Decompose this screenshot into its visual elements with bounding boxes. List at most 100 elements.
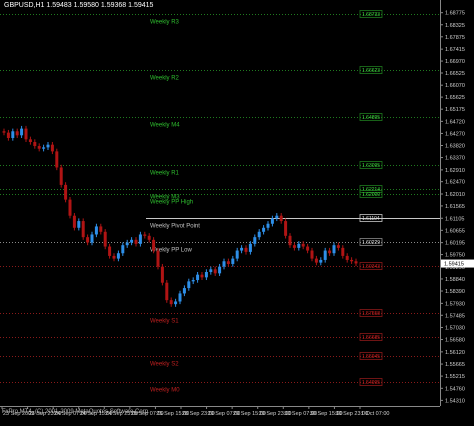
price-bar-body (284, 221, 288, 236)
price-bar-body (191, 280, 195, 282)
price-bar-body (314, 258, 318, 263)
level-price-label: 1.54995 (362, 380, 380, 386)
price-bar-body (306, 246, 310, 251)
price-bar-body (125, 242, 129, 246)
price-bar-body (310, 250, 314, 259)
price-bar-body (235, 250, 239, 259)
level-price-label: 1.60229 (362, 240, 380, 246)
price-bar-body (94, 226, 98, 235)
price-bar-body (68, 199, 72, 216)
price-bar-body (222, 261, 226, 267)
price-bar-body (11, 131, 15, 138)
price-bar-body (72, 215, 76, 228)
level-label: Weekly S2 (150, 362, 179, 368)
price-bar-body (103, 231, 107, 247)
price-bar-body (319, 259, 323, 263)
price-tick-label: 1.66070 (445, 83, 465, 89)
price-tick-label: 1.62470 (445, 180, 465, 186)
price-tick-label: 1.62010 (445, 192, 465, 198)
price-bar-body (226, 261, 230, 264)
time-tick-label: 1 Oct 07:00 (361, 411, 389, 417)
price-bar-body (28, 139, 32, 143)
price-bar-body (160, 266, 164, 283)
level-label: Weekly R2 (150, 76, 180, 82)
price-tick-label: 1.68775 (445, 11, 465, 17)
price-tick-label: 1.66525 (445, 71, 465, 77)
price-bar-body (288, 235, 292, 246)
price-tick-label: 1.64270 (445, 131, 465, 137)
price-bar-body (134, 239, 138, 244)
price-tick-label: 1.62910 (445, 168, 465, 174)
level-price-label: 1.55945 (362, 354, 380, 360)
price-bar-body (90, 234, 94, 243)
price-bar-body (209, 269, 213, 272)
price-tick-label: 1.57485 (445, 313, 465, 319)
level-label: Weekly S1 (150, 319, 179, 325)
price-bar-body (253, 237, 257, 244)
chart-window[interactable]: Weekly R3 1.68733 Weekly R2 1.66623 Weekly M… (0, 0, 474, 426)
price-tick-label: 1.67875 (445, 35, 465, 41)
price-bar-body (174, 301, 178, 305)
level-price-label: 1.64895 (362, 115, 380, 121)
level-label: Weekly PP High (150, 200, 193, 206)
level-price-label: 1.61104 (362, 216, 380, 222)
level-label: Weekly PP Low (150, 248, 192, 254)
price-bar-body (178, 293, 182, 302)
price-tick-label: 1.67415 (445, 47, 465, 53)
price-bar-body (196, 274, 200, 281)
price-bar-body (50, 144, 54, 152)
price-bar-body (187, 281, 191, 289)
price-tick-label: 1.56580 (445, 338, 465, 344)
price-bar-body (64, 184, 68, 200)
price-bar-body (99, 226, 103, 232)
price-bar-body (86, 237, 90, 243)
price-bar-body (24, 128, 28, 140)
current-price-label: 1.59415 (444, 262, 464, 268)
price-tick-label: 1.58840 (445, 277, 465, 283)
chart-canvas[interactable]: Weekly R3 1.68733 Weekly R2 1.66623 Weekly M… (0, 0, 474, 426)
price-tick-label: 1.64720 (445, 119, 465, 125)
price-bar-body (275, 215, 279, 219)
price-tick-label: 1.54760 (445, 386, 465, 392)
price-bar-body (138, 234, 142, 244)
level-price-label: 1.63095 (362, 163, 380, 169)
price-bar-body (6, 132, 10, 138)
price-bar-body (33, 142, 37, 147)
price-bar-body (200, 274, 204, 278)
price-bar-body (59, 167, 63, 185)
price-bar-body (77, 221, 81, 228)
price-tick-label: 1.65175 (445, 107, 465, 113)
price-tick-label: 1.63820 (445, 143, 465, 149)
level-price-label: 1.59343 (362, 264, 380, 270)
price-bar-body (266, 223, 270, 228)
price-tick-label: 1.61105 (445, 216, 464, 222)
price-bar-body (156, 250, 160, 267)
price-tick-label: 1.55215 (445, 374, 465, 380)
price-bar-body (147, 235, 151, 240)
price-tick-label: 1.54310 (445, 398, 465, 404)
price-bar-body (169, 300, 173, 305)
price-bar-body (328, 250, 332, 254)
price-bar-body (108, 246, 112, 256)
price-bar-body (37, 146, 41, 149)
price-bar-body (336, 245, 340, 248)
price-bar-body (112, 255, 116, 259)
price-bar-body (279, 215, 283, 222)
price-tick-label: 1.68325 (445, 23, 465, 29)
price-bar-body (55, 151, 59, 168)
price-tick-label: 1.65625 (445, 95, 465, 101)
price-tick-label: 1.60195 (445, 241, 465, 247)
price-tick-label: 1.66970 (445, 59, 465, 65)
level-price-label: 1.56685 (362, 335, 380, 341)
price-bar-body (292, 245, 296, 248)
price-tick-label: 1.59750 (445, 253, 465, 259)
price-tick-label: 1.57930 (445, 301, 465, 307)
price-bar-body (345, 255, 349, 260)
price-bar-body (297, 243, 301, 248)
level-label: Weekly R1 (150, 171, 180, 177)
symbol-header: GBPUSD,H1 1.59483 1.59580 1.59368 1.5941… (4, 2, 154, 9)
price-bar-body (81, 221, 85, 238)
price-bar-body (204, 271, 208, 278)
price-bar-body (15, 131, 19, 136)
price-bar-body (341, 247, 345, 256)
